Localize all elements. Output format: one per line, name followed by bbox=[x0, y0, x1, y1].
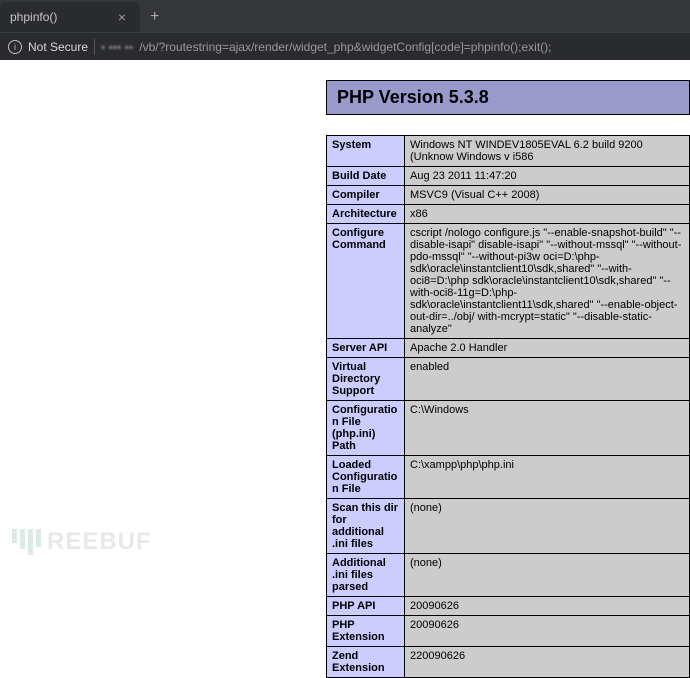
table-row: Loaded Configuration FileC:\xampp\php\ph… bbox=[327, 456, 690, 499]
row-value: cscript /nologo configure.js "--enable-s… bbox=[405, 224, 690, 339]
info-icon[interactable]: i bbox=[8, 40, 22, 54]
divider bbox=[94, 39, 95, 55]
phpinfo-table: SystemWindows NT WINDEV1805EVAL 6.2 buil… bbox=[326, 135, 690, 678]
row-value: Aug 23 2011 11:47:20 bbox=[405, 167, 690, 186]
tab-strip: phpinfo() × + bbox=[0, 0, 690, 32]
row-value: Apache 2.0 Handler bbox=[405, 339, 690, 358]
row-label: Configuration File (php.ini) Path bbox=[327, 401, 405, 456]
row-label: Build Date bbox=[327, 167, 405, 186]
table-row: Server APIApache 2.0 Handler bbox=[327, 339, 690, 358]
table-row: Configure Commandcscript /nologo configu… bbox=[327, 224, 690, 339]
row-value: MSVC9 (Visual C++ 2008) bbox=[405, 186, 690, 205]
row-value: x86 bbox=[405, 205, 690, 224]
active-tab[interactable]: phpinfo() × bbox=[0, 2, 140, 32]
row-value: 20090626 bbox=[405, 597, 690, 616]
table-row: Virtual Directory Supportenabled bbox=[327, 358, 690, 401]
row-label: Loaded Configuration File bbox=[327, 456, 405, 499]
row-label: Zend Extension bbox=[327, 647, 405, 678]
row-label: PHP Extension bbox=[327, 616, 405, 647]
row-value: Windows NT WINDEV1805EVAL 6.2 build 9200… bbox=[405, 136, 690, 167]
new-tab-button[interactable]: + bbox=[140, 2, 169, 32]
table-row: CompilerMSVC9 (Visual C++ 2008) bbox=[327, 186, 690, 205]
tab-title: phpinfo() bbox=[10, 10, 114, 24]
address-bar[interactable]: i Not Secure ▪ ▪▪▪ ▪▪ /vb/?routestring=a… bbox=[0, 32, 690, 60]
row-label: Configure Command bbox=[327, 224, 405, 339]
page-content: PHP Version 5.3.8 SystemWindows NT WINDE… bbox=[0, 60, 690, 678]
table-row: Architecturex86 bbox=[327, 205, 690, 224]
row-value: enabled bbox=[405, 358, 690, 401]
url-path: /vb/?routestring=ajax/render/widget_php&… bbox=[139, 40, 551, 54]
row-value: 20090626 bbox=[405, 616, 690, 647]
row-label: Scan this dir for additional .ini files bbox=[327, 499, 405, 554]
url-host-obscured: ▪ ▪▪▪ ▪▪ bbox=[101, 40, 133, 54]
table-row: Build DateAug 23 2011 11:47:20 bbox=[327, 167, 690, 186]
row-value: (none) bbox=[405, 499, 690, 554]
table-row: Additional .ini files parsed(none) bbox=[327, 554, 690, 597]
table-row: PHP API20090626 bbox=[327, 597, 690, 616]
row-value: 220090626 bbox=[405, 647, 690, 678]
row-label: Additional .ini files parsed bbox=[327, 554, 405, 597]
row-label: Server API bbox=[327, 339, 405, 358]
table-row: SystemWindows NT WINDEV1805EVAL 6.2 buil… bbox=[327, 136, 690, 167]
row-value: (none) bbox=[405, 554, 690, 597]
table-row: Configuration File (php.ini) PathC:\Wind… bbox=[327, 401, 690, 456]
row-value: C:\Windows bbox=[405, 401, 690, 456]
not-secure-label: Not Secure bbox=[28, 40, 88, 54]
table-row: PHP Extension20090626 bbox=[327, 616, 690, 647]
row-value: C:\xampp\php\php.ini bbox=[405, 456, 690, 499]
php-version-title: PHP Version 5.3.8 bbox=[337, 87, 679, 108]
phpinfo-header: PHP Version 5.3.8 bbox=[326, 80, 690, 115]
row-label: Architecture bbox=[327, 205, 405, 224]
close-tab-icon[interactable]: × bbox=[114, 9, 130, 25]
table-row: Scan this dir for additional .ini files(… bbox=[327, 499, 690, 554]
row-label: System bbox=[327, 136, 405, 167]
row-label: Compiler bbox=[327, 186, 405, 205]
row-label: PHP API bbox=[327, 597, 405, 616]
table-row: Zend Extension220090626 bbox=[327, 647, 690, 678]
row-label: Virtual Directory Support bbox=[327, 358, 405, 401]
